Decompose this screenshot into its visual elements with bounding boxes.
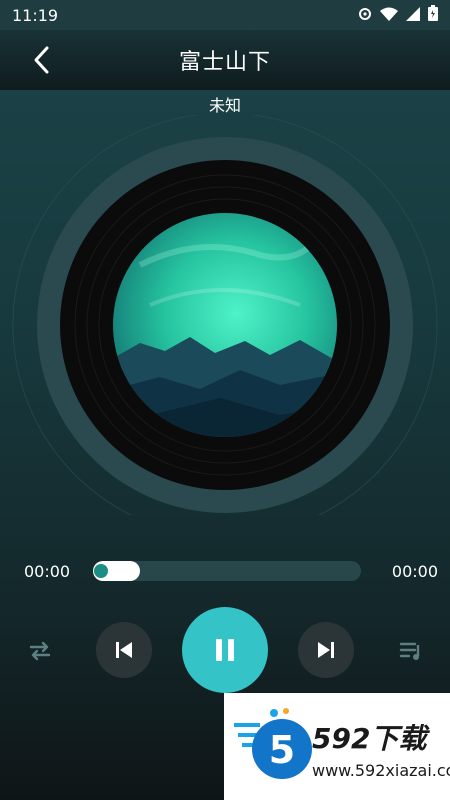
chevron-left-icon [34,46,49,74]
playlist-icon [399,642,420,660]
progress-bar[interactable] [93,561,361,581]
total-time: 00:00 [391,562,438,581]
back-button[interactable] [24,42,60,78]
status-time: 11:19 [12,5,59,25]
watermark-brand: 592下载 [312,722,427,755]
watermark-number: 5 [269,728,295,772]
song-artist: 未知 [208,96,241,115]
watermark-logo: 5 [234,705,312,783]
pause-icon [216,639,234,661]
signal-icon [406,6,420,25]
repeat-icon [29,641,51,661]
vinyl-disc [0,112,450,538]
status-bar: 11:19 [0,0,450,30]
current-time: 00:00 [24,562,71,581]
settings-icon [358,6,372,25]
watermark-url: www.592xiazai.com [312,761,450,780]
title-bar: 富士山下 [0,30,450,90]
previous-button[interactable] [96,622,152,678]
skip-next-icon [318,642,334,658]
play-pause-button[interactable] [182,607,268,693]
watermark: 5 592下载 www.592xiazai.com [224,693,450,800]
playlist-button[interactable] [393,633,429,669]
status-icons [358,5,438,25]
battery-icon [428,5,438,25]
next-button[interactable] [298,622,354,678]
skip-previous-icon [116,642,132,658]
progress-knob[interactable] [94,564,108,578]
wifi-icon [380,6,398,25]
song-title: 富士山下 [178,50,271,75]
repeat-button[interactable] [22,633,58,669]
